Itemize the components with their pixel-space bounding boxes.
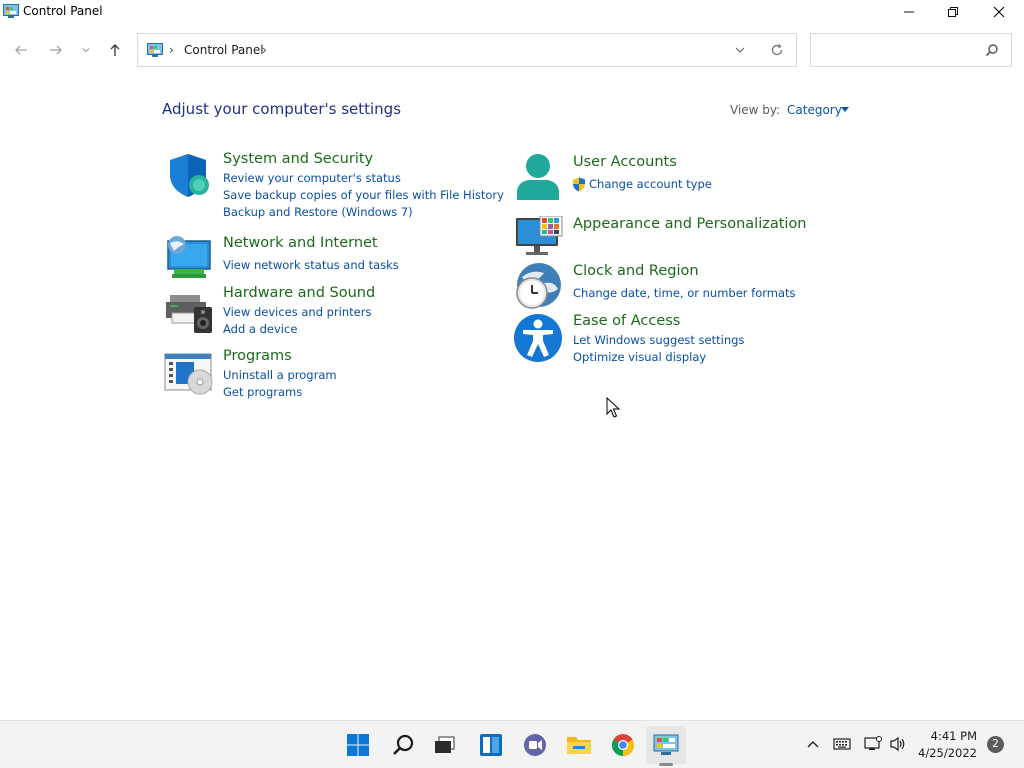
search-input[interactable] (817, 40, 977, 60)
category-title[interactable]: Clock and Region (573, 263, 699, 279)
start-button[interactable] (344, 731, 372, 759)
task-view-button[interactable] (430, 731, 458, 759)
category-title[interactable]: System and Security (223, 151, 373, 167)
active-app-indicator (659, 763, 673, 766)
link-review-status[interactable]: Review your computer's status (223, 171, 401, 185)
chevron-down-icon[interactable] (734, 44, 746, 56)
chat-icon (524, 734, 546, 756)
breadcrumb-separator-icon[interactable]: › (169, 43, 174, 57)
start-icon (347, 734, 369, 756)
clock-globe-icon[interactable] (514, 263, 564, 313)
network-globe-icon[interactable] (164, 235, 214, 285)
keyboard-icon[interactable] (833, 737, 851, 751)
file-explorer-icon (567, 737, 591, 754)
page-heading: Adjust your computer's settings (162, 100, 402, 118)
taskbar-search-button[interactable] (389, 731, 417, 759)
accessibility-icon[interactable] (514, 313, 564, 363)
link-windows-suggest-settings[interactable]: Let Windows suggest settings (573, 333, 744, 347)
minimize-icon (904, 11, 914, 13)
link-add-device[interactable]: Add a device (223, 322, 297, 336)
chrome-icon (612, 734, 634, 756)
notification-badge[interactable]: 2 (987, 736, 1004, 753)
category-title[interactable]: Network and Internet (223, 235, 378, 251)
printer-speaker-icon[interactable] (164, 285, 214, 335)
control-panel-window: Control Panel › Control Panel › Adjust y… (0, 0, 1024, 720)
link-change-account-type[interactable]: Change account type (589, 177, 712, 191)
shield-icon[interactable] (164, 151, 214, 201)
close-button[interactable] (976, 0, 1022, 24)
back-button[interactable] (11, 40, 31, 60)
chrome-button[interactable] (609, 731, 637, 759)
forward-button[interactable] (46, 40, 66, 60)
taskbar: 4:41 PM 4/25/2022 2 (0, 720, 1024, 768)
link-optimize-visual-display[interactable]: Optimize visual display (573, 350, 706, 364)
clock-time[interactable]: 4:41 PM (930, 729, 977, 743)
control-panel-icon (147, 43, 163, 57)
arrow-right-icon (50, 45, 62, 55)
control-panel-icon (3, 4, 19, 18)
arrow-left-icon (15, 45, 27, 55)
monitor-palette-icon[interactable] (514, 216, 564, 266)
link-change-date-time-formats[interactable]: Change date, time, or number formats (573, 286, 796, 300)
link-backup-restore[interactable]: Backup and Restore (Windows 7) (223, 205, 413, 219)
uac-shield-icon (573, 177, 585, 192)
task-view-icon (435, 736, 455, 753)
control-panel-icon (653, 734, 679, 755)
category-title[interactable]: Hardware and Sound (223, 285, 375, 301)
chat-button[interactable] (521, 731, 549, 759)
link-get-programs[interactable]: Get programs (223, 385, 302, 399)
clock-date[interactable]: 4/25/2022 (918, 746, 977, 760)
breadcrumb-separator-icon[interactable]: › (262, 43, 267, 57)
recent-locations-button[interactable] (76, 40, 96, 60)
refresh-icon[interactable] (770, 43, 784, 57)
restore-icon (948, 7, 958, 17)
link-devices-printers[interactable]: View devices and printers (223, 305, 371, 319)
arrow-up-icon (110, 44, 120, 56)
minimize-button[interactable] (886, 0, 932, 24)
view-by-dropdown[interactable]: Category (787, 103, 842, 117)
control-panel-taskbar-button[interactable] (652, 731, 680, 759)
widgets-button[interactable] (477, 731, 505, 759)
category-title[interactable]: User Accounts (573, 154, 677, 170)
search-icon (393, 734, 414, 755)
address-bar[interactable]: › Control Panel › (137, 33, 797, 67)
title-bar[interactable]: Control Panel (0, 0, 1024, 24)
link-file-history[interactable]: Save backup copies of your files with Fi… (223, 188, 504, 202)
category-title[interactable]: Ease of Access (573, 313, 680, 329)
breadcrumb-control-panel[interactable]: Control Panel (184, 43, 264, 57)
category-title[interactable]: Appearance and Personalization (573, 216, 807, 232)
network-icon[interactable] (864, 736, 882, 752)
programs-disc-icon[interactable] (164, 348, 214, 398)
close-icon (993, 6, 1005, 18)
chevron-up-icon[interactable] (806, 738, 820, 750)
link-uninstall-program[interactable]: Uninstall a program (223, 368, 337, 382)
restore-button[interactable] (930, 0, 976, 24)
up-button[interactable] (105, 40, 125, 60)
window-title: Control Panel (23, 4, 103, 18)
volume-icon[interactable] (889, 736, 907, 752)
file-explorer-button[interactable] (565, 731, 593, 759)
user-icon[interactable] (514, 154, 564, 204)
search-icon[interactable] (985, 43, 999, 57)
search-box[interactable] (810, 33, 1012, 67)
caret-down-icon[interactable] (841, 107, 849, 112)
category-title[interactable]: Programs (223, 348, 292, 364)
widgets-icon (480, 734, 502, 756)
view-by-label: View by: (730, 103, 781, 117)
link-network-status[interactable]: View network status and tasks (223, 258, 399, 272)
chevron-down-icon (82, 48, 90, 53)
mouse-cursor-icon (606, 397, 620, 418)
